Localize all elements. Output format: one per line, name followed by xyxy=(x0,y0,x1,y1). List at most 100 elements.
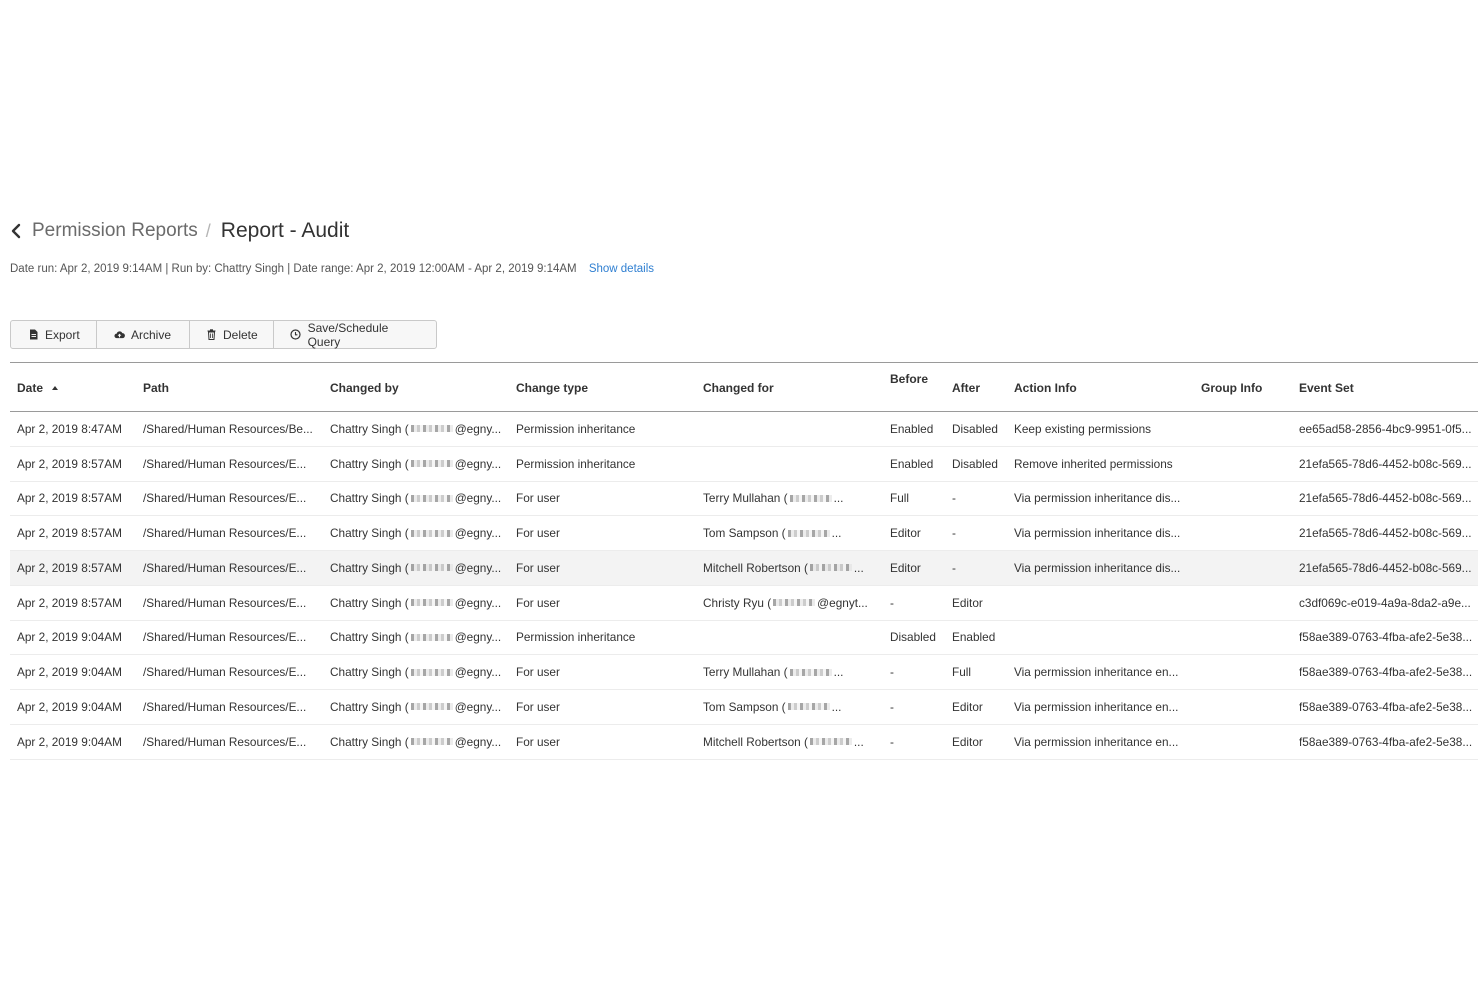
cell-group-info xyxy=(1201,690,1296,724)
redacted-email xyxy=(410,494,453,502)
cell-path: /Shared/Human Resources/E... xyxy=(143,456,307,471)
breadcrumb-parent-link[interactable]: Permission Reports xyxy=(32,220,198,242)
cell-before: - xyxy=(890,665,894,680)
table-row[interactable]: Apr 2, 2019 8:57AM/Shared/Human Resource… xyxy=(10,482,1478,517)
column-header-changed-by[interactable]: Changed by xyxy=(330,363,399,413)
cell-changed-for-name: Christy Ryu ( xyxy=(703,595,772,610)
cell-event-set: 21efa565-78d6-4452-b08c-569... xyxy=(1299,560,1472,575)
cell-event-set: c3df069c-e019-4a9a-8da2-a9e... xyxy=(1299,595,1471,610)
cell-changed-by: Chattry Singh (@egny... xyxy=(330,412,510,446)
cell-changed-for: Mitchell Robertson (... xyxy=(703,725,885,759)
cell-after: Disabled xyxy=(952,421,998,436)
export-button[interactable]: Export xyxy=(11,321,97,348)
cell-changed-by-email: @egny... xyxy=(454,630,502,645)
show-details-link[interactable]: Show details xyxy=(589,263,654,275)
redacted-email xyxy=(787,529,830,537)
archive-label: Archive xyxy=(131,327,172,342)
cell-changed-for: Tom Sampson (... xyxy=(703,516,885,550)
table-row[interactable]: Apr 2, 2019 8:57AM/Shared/Human Resource… xyxy=(10,447,1478,482)
cell-changed-by: Chattry Singh (@egny... xyxy=(330,586,510,620)
cell-after: - xyxy=(952,526,956,541)
back-button[interactable] xyxy=(10,216,32,246)
cell-changed-by-email: @egny... xyxy=(454,526,502,541)
cell-changed-by-email: @egny... xyxy=(454,595,502,610)
column-header-before[interactable]: Before xyxy=(890,363,928,413)
cell-changed-by-name: Chattry Singh ( xyxy=(330,630,409,645)
cell-action-info: Via permission inheritance dis... xyxy=(1014,491,1181,506)
save-schedule-query-label: Save/Schedule Query xyxy=(307,320,389,349)
redacted-email xyxy=(809,738,852,746)
cell-changed-for-name: Mitchell Robertson ( xyxy=(703,734,808,749)
archive-button[interactable]: Archive xyxy=(97,321,190,348)
column-header-path[interactable]: Path xyxy=(143,363,169,413)
redacted-email xyxy=(410,633,453,641)
cell-event-set: f58ae389-0763-4fba-afe2-5e38... xyxy=(1299,665,1473,680)
cell-action-info: Remove inherited permissions xyxy=(1014,456,1173,471)
redacted-email xyxy=(410,425,453,433)
table-row[interactable]: Apr 2, 2019 9:04AM/Shared/Human Resource… xyxy=(10,690,1478,725)
toolbar: Export Archive Delete Save/Schedule Quer… xyxy=(10,320,437,349)
save-schedule-query-button[interactable]: Save/Schedule Query xyxy=(274,320,436,349)
cell-changed-for-email: ... xyxy=(831,699,842,714)
redacted-email xyxy=(410,703,453,711)
cell-changed-by-name: Chattry Singh ( xyxy=(330,665,409,680)
cell-changed-for: Tom Sampson (... xyxy=(703,690,885,724)
cell-after: Enabled xyxy=(952,630,996,645)
column-header-event-set[interactable]: Event Set xyxy=(1299,363,1354,413)
table-row[interactable]: Apr 2, 2019 8:57AM/Shared/Human Resource… xyxy=(10,516,1478,551)
cell-change-type: For user xyxy=(516,595,560,610)
table-header: Date Path Changed by Change type Changed… xyxy=(10,362,1478,412)
cell-change-type: For user xyxy=(516,560,560,575)
column-header-change-type[interactable]: Change type xyxy=(516,363,588,413)
cell-changed-by-name: Chattry Singh ( xyxy=(330,560,409,575)
cell-changed-by-email: @egny... xyxy=(454,734,502,749)
cell-changed-by-name: Chattry Singh ( xyxy=(330,421,409,436)
table-row[interactable]: Apr 2, 2019 8:47AM/Shared/Human Resource… xyxy=(10,412,1478,447)
cell-before: - xyxy=(890,734,894,749)
table-row[interactable]: Apr 2, 2019 9:04AM/Shared/Human Resource… xyxy=(10,621,1478,656)
cell-changed-for-name: Mitchell Robertson ( xyxy=(703,560,808,575)
cell-event-set: 21efa565-78d6-4452-b08c-569... xyxy=(1299,456,1472,471)
page-header: Permission Reports / Report - Audit xyxy=(10,216,349,246)
cell-change-type: For user xyxy=(516,734,560,749)
cell-event-set: f58ae389-0763-4fba-afe2-5e38... xyxy=(1299,734,1473,749)
cell-group-info xyxy=(1201,655,1296,689)
table-row[interactable]: Apr 2, 2019 8:57AM/Shared/Human Resource… xyxy=(10,551,1478,586)
table-row[interactable]: Apr 2, 2019 9:04AM/Shared/Human Resource… xyxy=(10,655,1478,690)
cell-date: Apr 2, 2019 8:57AM xyxy=(17,595,122,610)
table-row[interactable]: Apr 2, 2019 9:04AM/Shared/Human Resource… xyxy=(10,725,1478,760)
cell-changed-by-name: Chattry Singh ( xyxy=(330,734,409,749)
cell-changed-by: Chattry Singh ( @egny... xyxy=(330,621,510,655)
cell-date: Apr 2, 2019 8:47AM xyxy=(17,421,122,436)
cell-event-set: f58ae389-0763-4fba-afe2-5e38... xyxy=(1299,699,1473,714)
column-header-action-info[interactable]: Action Info xyxy=(1014,363,1077,413)
table-row[interactable]: Apr 2, 2019 8:57AM/Shared/Human Resource… xyxy=(10,586,1478,621)
column-header-group-info[interactable]: Group Info xyxy=(1201,363,1262,413)
column-header-after[interactable]: After xyxy=(952,363,980,413)
redacted-email xyxy=(410,529,453,537)
cell-changed-by-email: @egny... xyxy=(454,665,502,680)
cell-changed-for: Terry Mullahan (... xyxy=(703,482,885,516)
cell-changed-for-email: ... xyxy=(831,526,842,541)
cell-change-type: For user xyxy=(516,665,560,680)
cell-after: Full xyxy=(952,665,972,680)
column-header-changed-for[interactable]: Changed for xyxy=(703,363,774,413)
cell-changed-by-email: @egny... xyxy=(454,456,502,471)
trash-icon xyxy=(206,329,217,341)
column-header-date[interactable]: Date xyxy=(17,363,59,413)
cell-path: /Shared/Human Resources/E... xyxy=(143,526,307,541)
cell-group-info xyxy=(1201,516,1296,550)
cell-event-set: f58ae389-0763-4fba-afe2-5e38... xyxy=(1299,630,1473,645)
cell-before: Full xyxy=(890,491,910,506)
cell-changed-by-name: Chattry Singh ( xyxy=(330,456,409,471)
cell-path: /Shared/Human Resources/E... xyxy=(143,699,307,714)
cell-changed-for: Mitchell Robertson (... xyxy=(703,551,885,585)
cell-after: - xyxy=(952,560,956,575)
cell-date: Apr 2, 2019 9:04AM xyxy=(17,734,122,749)
cell-group-info xyxy=(1201,447,1296,481)
cell-action-info: Via permission inheritance dis... xyxy=(1014,526,1181,541)
redacted-email xyxy=(410,668,453,676)
delete-button[interactable]: Delete xyxy=(190,321,274,348)
clock-icon xyxy=(290,329,302,341)
cell-after: - xyxy=(952,491,956,506)
